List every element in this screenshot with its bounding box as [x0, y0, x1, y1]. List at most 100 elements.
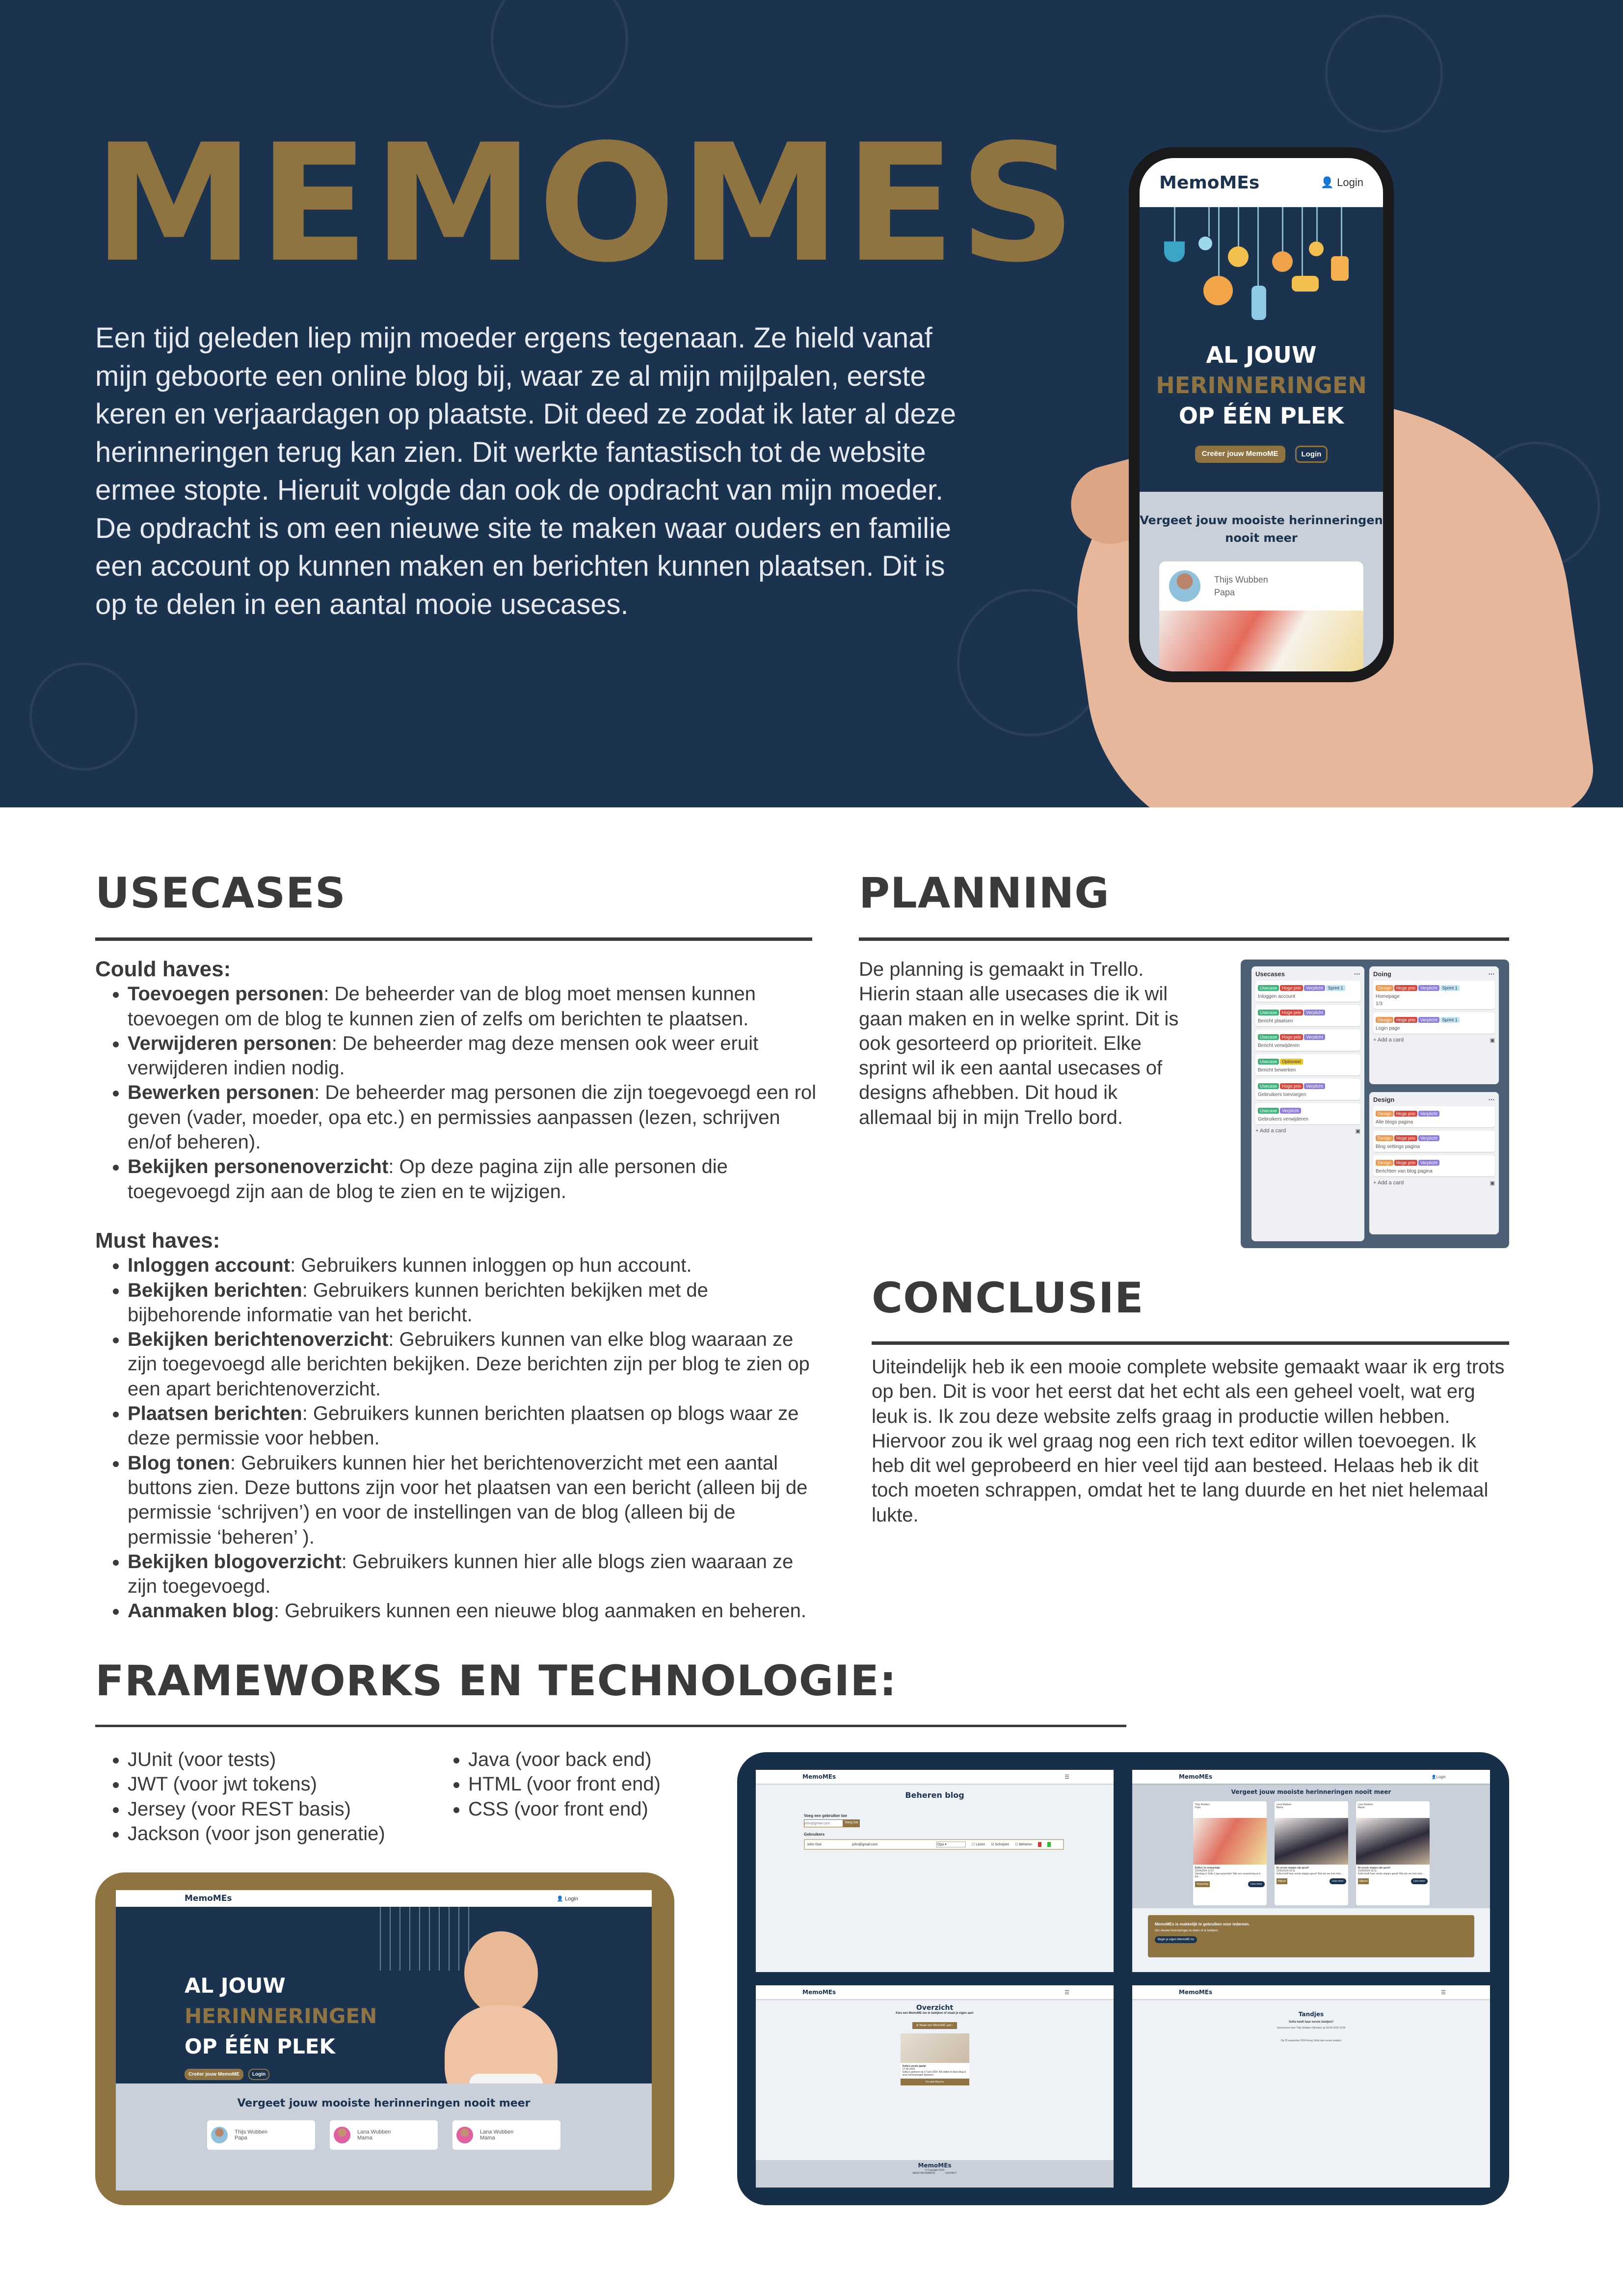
template-icon[interactable]: ▣: [1490, 1180, 1495, 1186]
desktop-logo[interactable]: MemoMEs: [185, 1894, 232, 1903]
add-card-button[interactable]: + Add a card ▣: [1255, 1128, 1360, 1134]
read-more-button[interactable]: Lees meer: [1410, 1878, 1428, 1884]
go-to-blog-button[interactable]: Ga naar blog toe: [900, 2079, 969, 2085]
trello-card[interactable]: Usecase Hoge prio Verplicht Bericht plaatse…: [1255, 1005, 1360, 1026]
trello-label: Verplicht: [1418, 1111, 1439, 1117]
banner-text: Om nieuwe herinneringen te delen of te b…: [1155, 1929, 1219, 1932]
role-select[interactable]: Opa ▾: [936, 1842, 966, 1847]
tech-list-2: Java (voor back end)HTML (voor front end…: [436, 1747, 661, 1821]
desktop-login-link[interactable]: 👤 Login: [557, 1896, 578, 1902]
template-icon[interactable]: ▣: [1490, 1037, 1495, 1043]
trello-label: Design: [1376, 1160, 1394, 1166]
author-name: Lana Wubben: [480, 2129, 514, 2135]
trello-card[interactable]: Design Hoge prio Verplicht Sprint 1 Login pa…: [1373, 1013, 1495, 1034]
headline-line: AL JOUW: [1206, 342, 1317, 368]
usecases-heading: USECASES: [95, 869, 346, 918]
login-button[interactable]: Login: [1295, 446, 1328, 463]
start-memome-button[interactable]: Begin je eigen MemoME nu: [1155, 1936, 1197, 1943]
phone-screen: MemoMEs 👤 Login AL JOUW HERINNERINGEN OP…: [1140, 158, 1383, 671]
post-card[interactable]: Lana Wubben Mama: [330, 2120, 438, 2150]
phone-posts-section: Vergeet jouw mooiste herinneringen nooit…: [1140, 492, 1383, 671]
post-image: [1193, 1818, 1267, 1865]
template-icon[interactable]: ▣: [1356, 1128, 1360, 1134]
create-memome-button[interactable]: ⊕ Maak een MemoME aan ›: [912, 2022, 958, 2029]
usecase-item: Toevoegen personen: De beheerder van de …: [128, 982, 822, 1031]
trello-card[interactable]: Usecase Hoge prio Verplicht Bericht verwijd…: [1255, 1030, 1360, 1051]
post-card[interactable]: Lana Wubben Mama De eerste stapjes zijn ge…: [1274, 1801, 1348, 1905]
usecase-item: Bewerken personen: De beheerder mag pers…: [128, 1080, 822, 1154]
planning-text: De planning is gemaakt in Trello. Hierin…: [859, 959, 1179, 1128]
usecase-item: Bekijken blogoverzicht: Gebruikers kunne…: [128, 1549, 822, 1599]
hamburger-menu-icon[interactable]: ☰: [1064, 1989, 1069, 1996]
add-card-button[interactable]: + Add a card ▣: [1373, 1037, 1495, 1043]
create-memome-button[interactable]: Creëer jouw MemoME: [185, 2069, 243, 2080]
screen-home: MemoMEs 👤Login Vergeet jouw mooiste herin…: [1132, 1770, 1490, 1972]
could-haves-label: Could haves:: [95, 957, 231, 981]
post-card[interactable]: Thijs Wubben Papa: [207, 2120, 315, 2150]
screen-logo[interactable]: MemoMEs: [1179, 1773, 1212, 1780]
footer-link[interactable]: CONTACT: [945, 2172, 957, 2175]
trello-list-title: Design: [1373, 1096, 1395, 1103]
avatar: [456, 2127, 473, 2143]
screen-logo[interactable]: MemoMEs: [1179, 1989, 1212, 1996]
read-more-button[interactable]: Lees meer: [1248, 1881, 1265, 1887]
trello-card[interactable]: Design Hoge prio Verplicht Blog settings pa…: [1373, 1131, 1495, 1152]
trello-label: Verplicht: [1418, 985, 1439, 991]
author-name: Thijs Wubben: [1214, 575, 1268, 585]
usecase-title: Bekijken berichten: [128, 1279, 302, 1301]
post-card[interactable]: Thijs Wubben Papa: [1159, 561, 1363, 671]
perm-manage-checkbox[interactable]: ☐ Beheren: [1015, 1842, 1032, 1846]
save-icon[interactable]: [1047, 1842, 1051, 1847]
add-user-email-input[interactable]: [804, 1819, 843, 1827]
trello-label: Hoge prio: [1280, 1034, 1304, 1040]
add-card-button[interactable]: + Add a card ▣: [1373, 1180, 1495, 1186]
phone-cta: Creëer jouw MemoME Login: [1140, 446, 1383, 463]
more-icon[interactable]: ···: [1489, 970, 1495, 978]
post-cards: Thijs Wubben Papa Sofia's 1e verjaardag! 22…: [1132, 1801, 1490, 1905]
post-card[interactable]: Lana Wubben Mama: [452, 2120, 560, 2150]
read-more-button[interactable]: Lees meer: [1329, 1878, 1346, 1884]
post-card[interactable]: Thijs Wubben Papa Sofia's 1e verjaardag! 22…: [1193, 1801, 1267, 1905]
trello-card-title: Alle blogs pagina: [1376, 1120, 1413, 1125]
hamburger-menu-icon[interactable]: ☰: [1064, 1774, 1069, 1780]
trello-label: Hoge prio: [1280, 985, 1304, 991]
screen-logo[interactable]: MemoMEs: [802, 1773, 836, 1780]
hamburger-menu-icon[interactable]: ☰: [1441, 1989, 1446, 1996]
perm-read-checkbox[interactable]: ☐ Lezen: [972, 1842, 985, 1846]
trello-label: Design: [1376, 985, 1394, 991]
login-button[interactable]: Login: [248, 2069, 270, 2080]
sock-icon: [1331, 256, 1349, 281]
create-memome-button[interactable]: Creëer jouw MemoME: [1195, 446, 1285, 463]
trello-card[interactable]: Design Hoge prio Verplicht Berichten van bl…: [1373, 1155, 1495, 1176]
trello-card[interactable]: Design Hoge prio Verplicht Alle blogs pagin…: [1373, 1106, 1495, 1127]
blog-card[interactable]: Sofia's eerste jaartje 17-06-2024 Sofia …: [900, 2033, 969, 2085]
add-user-button[interactable]: Voeg toe: [843, 1819, 860, 1827]
trello-card[interactable]: Usecase Optioneel Bericht bewerken: [1255, 1054, 1360, 1075]
more-icon[interactable]: ···: [1489, 1096, 1495, 1103]
phone-logo[interactable]: MemoMEs: [1159, 173, 1259, 193]
duck-icon: [1228, 246, 1249, 267]
login-link[interactable]: 👤Login: [1431, 1775, 1446, 1779]
cta-banner: MemoMEs is makkelijk te gebruiken voor i…: [1148, 1915, 1474, 1957]
trello-card[interactable]: Usecase Hoge prio Verplicht Sprint 1 Inlogge…: [1255, 981, 1360, 1002]
trello-card[interactable]: Usecase Hoge prio Verplicht Gebruikers toev…: [1255, 1079, 1360, 1100]
more-icon[interactable]: ···: [1354, 970, 1360, 978]
post-card[interactable]: Lana Wubben Mama De eerste stapjes zijn ge…: [1356, 1801, 1430, 1905]
post-tag: Mijlpaal: [1276, 1878, 1288, 1884]
tech-item: CSS (voor front end): [468, 1797, 661, 1821]
screen-beheren-blog: MemoMEs ☰ Beheren blog Voeg een gebruiker…: [756, 1770, 1114, 1972]
trello-card[interactable]: Usecase Verplicht Gebruikers verwijderen: [1255, 1103, 1360, 1124]
user-email: john@gmail.com: [852, 1842, 878, 1846]
footer-link[interactable]: MEER INFORMATIE: [912, 2172, 935, 2175]
pacifier-icon: [1272, 251, 1293, 272]
avatar: [1169, 570, 1200, 602]
usecase-title: Plaatsen berichten: [128, 1403, 302, 1425]
divider: [859, 937, 1509, 941]
trello-label: Verplicht: [1304, 1010, 1325, 1015]
delete-icon[interactable]: [1038, 1842, 1042, 1847]
screen-logo[interactable]: MemoMEs: [802, 1989, 836, 1996]
trello-card[interactable]: Design Hoge prio Verplicht Sprint 1 Homepage…: [1373, 981, 1495, 1009]
phone-login-link[interactable]: 👤 Login: [1321, 176, 1363, 189]
trello-card-title: Blog settings pagina: [1376, 1144, 1420, 1149]
perm-write-checkbox[interactable]: ☑ Schrijven: [991, 1842, 1009, 1846]
